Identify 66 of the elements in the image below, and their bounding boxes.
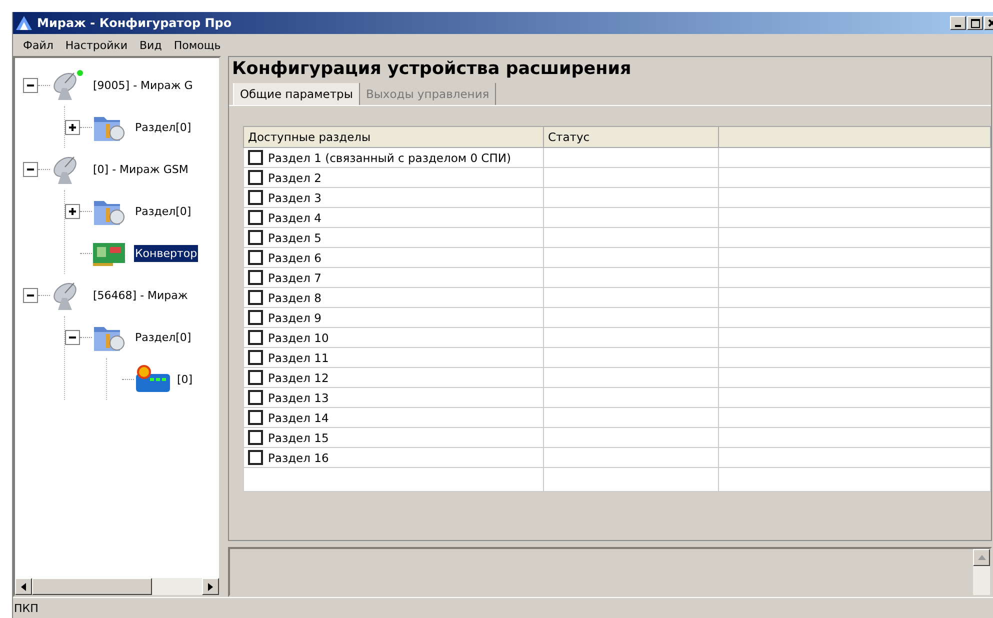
minimize-button[interactable] [950,16,966,30]
partition-name: Раздел 9 [268,310,322,324]
menu-item[interactable]: Вид [134,38,168,52]
tree-item[interactable]: Раздел[0] [134,118,192,136]
partition-name: Раздел 4 [268,210,322,224]
tree-item[interactable]: [56468] - Мираж [92,286,189,304]
maximize-button[interactable] [967,16,983,30]
panel-heading: Конфигурация устройства расширения [229,56,991,81]
partition-name: Раздел 14 [268,410,329,424]
checkbox[interactable] [248,370,263,385]
status-text: ПКП [13,602,38,614]
partition-name: Раздел 2 [268,170,322,184]
partition-name: Раздел 10 [268,330,329,344]
tree-item[interactable]: Раздел[0] [134,202,192,220]
checkbox[interactable] [248,390,263,405]
partition-name: Раздел 1 (связанный с разделом 0 СПИ) [268,150,511,164]
partition-name: Раздел 6 [268,250,322,264]
partition-name: Раздел 12 [268,370,329,384]
partition-name: Раздел 5 [268,230,322,244]
checkbox[interactable] [248,250,263,265]
checkbox[interactable] [248,330,263,345]
checkbox[interactable] [248,270,263,285]
checkbox[interactable] [248,150,263,165]
column-header[interactable]: Статус [548,130,590,144]
horizontal-scrollbar[interactable] [15,578,219,595]
tree-item[interactable]: [0] [176,370,194,388]
partition-name: Раздел 15 [268,430,329,444]
partition-name: Раздел 7 [268,270,322,284]
menu-item[interactable]: Настройки [59,38,134,52]
checkbox[interactable] [248,430,263,445]
plus-icon [67,206,78,216]
tab[interactable]: Общие параметры [233,83,360,105]
partition-name: Раздел 3 [268,190,322,204]
expand-toggle[interactable] [65,204,80,218]
collapse-toggle[interactable] [65,330,80,344]
checkbox[interactable] [248,190,263,205]
tree-item[interactable]: [9005] - Мираж G [92,76,194,94]
menu-item[interactable]: Файл [17,38,60,52]
checkbox[interactable] [248,290,263,305]
arrow-right-icon [208,582,213,590]
tree-item[interactable]: [0] - Мираж GSM [92,160,190,178]
app-logo-icon [15,15,33,31]
arrow-up-icon [978,555,986,560]
arrow-left-icon [21,582,26,590]
partition-name: Раздел 16 [268,450,329,464]
checkbox[interactable] [248,230,263,245]
checkbox[interactable] [248,450,263,465]
window-title: Мираж - Конфигуратор Про [37,16,233,30]
menu-item[interactable]: Помощь [168,38,227,52]
collapse-toggle[interactable] [23,288,38,302]
vertical-scrollbar[interactable] [973,549,990,595]
partition-name: Раздел 11 [268,350,329,364]
expand-toggle[interactable] [65,120,80,134]
tree-item[interactable]: Раздел[0] [134,328,192,346]
maximize-icon [970,18,980,28]
checkbox[interactable] [248,410,263,425]
tree-item[interactable]: Конвертор [134,244,198,262]
checkbox[interactable] [248,170,263,185]
collapse-toggle[interactable] [23,162,38,176]
partition-name: Раздел 8 [268,290,322,304]
checkbox[interactable] [248,210,263,225]
collapse-toggle[interactable] [23,78,38,92]
checkbox[interactable] [248,350,263,365]
plus-icon [67,122,78,132]
partition-name: Раздел 13 [268,390,329,404]
checkbox[interactable] [248,310,263,325]
